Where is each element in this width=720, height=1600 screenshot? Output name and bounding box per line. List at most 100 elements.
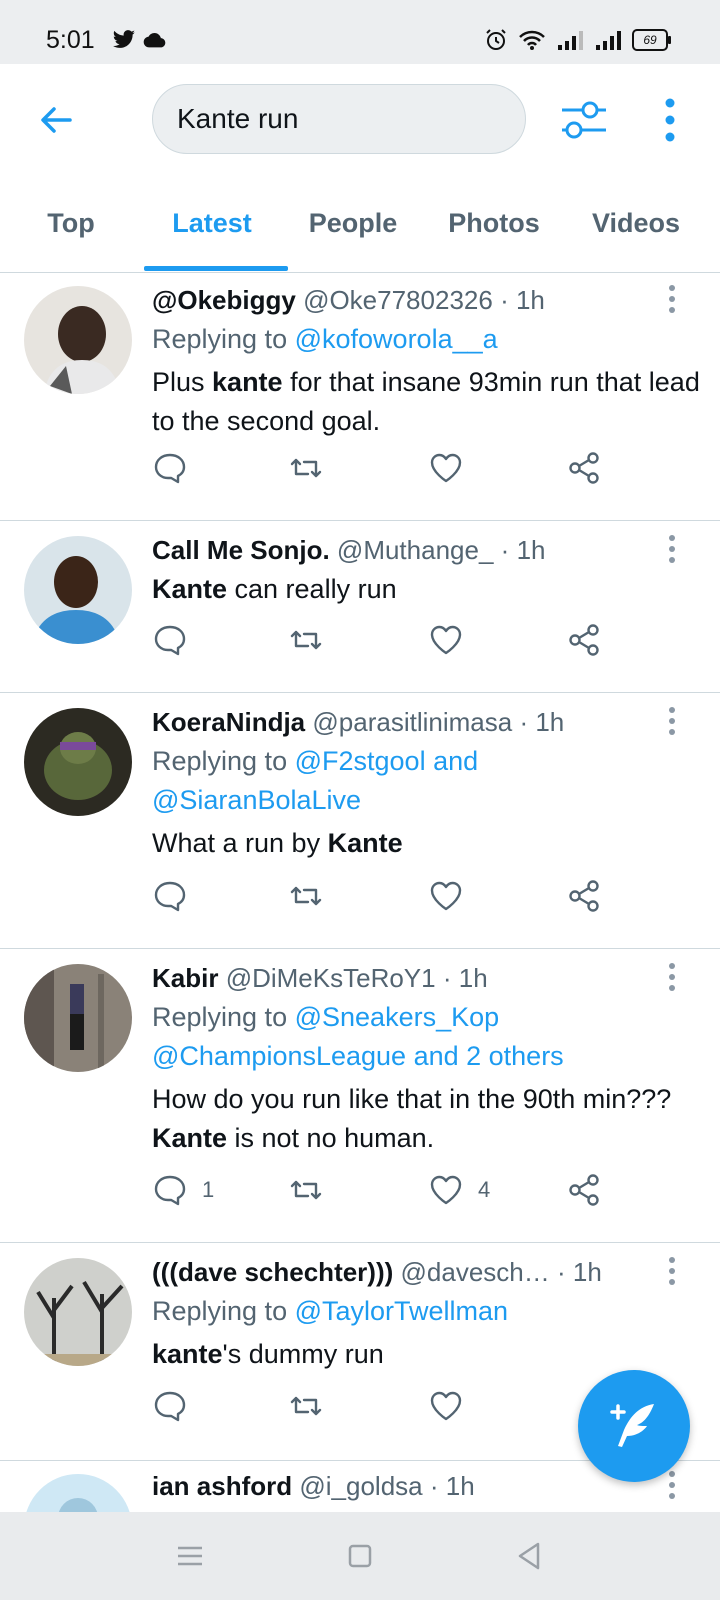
author-name[interactable]: @Okebiggy — [152, 285, 296, 315]
tab-photos[interactable]: Photos — [440, 208, 548, 239]
like-button[interactable] — [428, 1388, 464, 1424]
tweet-menu-button[interactable] — [666, 706, 678, 736]
reply-count: 1 — [202, 1177, 215, 1202]
tweet-feed[interactable]: @Okebiggy @Oke77802326 · 1h Replying to … — [0, 272, 720, 1512]
comment-icon — [154, 625, 186, 656]
separator-dot: · — [556, 1257, 566, 1287]
retweet-button[interactable] — [288, 1388, 324, 1424]
tweet-actions — [152, 878, 632, 922]
avatar[interactable] — [24, 1258, 132, 1366]
like-button[interactable]: 4 — [428, 1172, 490, 1208]
compose-tweet-button[interactable] — [578, 1370, 690, 1482]
author-handle: @davesch… — [400, 1257, 550, 1287]
reply-target-link[interactable]: @kofoworola__a — [295, 324, 498, 354]
sliders-icon — [562, 101, 606, 139]
share-icon — [569, 1174, 599, 1206]
reply-button[interactable]: 1 — [152, 1172, 214, 1208]
search-tabs: Top Latest People Photos Videos — [0, 180, 720, 273]
tweet-actions: 1 4 — [152, 1172, 632, 1216]
system-navigation-bar — [0, 1512, 720, 1600]
tweet-menu-button[interactable] — [666, 284, 678, 314]
author-name[interactable]: KoeraNindja — [152, 707, 305, 737]
square-icon — [348, 1544, 372, 1568]
tab-latest[interactable]: Latest — [160, 208, 264, 239]
author-handle: @Muthange_ — [336, 535, 494, 565]
status-time: 5:01 — [46, 26, 95, 54]
search-filter-button[interactable] — [560, 98, 608, 142]
tweet-actions — [152, 1388, 632, 1432]
separator-dot: · — [500, 285, 509, 315]
tweet-menu-button[interactable] — [666, 534, 678, 564]
tweet[interactable]: Kabir @DiMeKsTeRoY1 · 1h Replying to @Sn… — [0, 948, 720, 1243]
like-button[interactable] — [428, 450, 464, 486]
tweet-time: 1h — [458, 963, 488, 993]
avatar[interactable] — [24, 536, 132, 644]
share-button[interactable] — [566, 622, 602, 658]
replying-to: Replying to @Sneakers_Kop @ChampionsLeag… — [152, 1002, 564, 1071]
like-button[interactable] — [428, 622, 464, 658]
replying-to: Replying to @kofoworola__a — [152, 324, 498, 354]
tweet[interactable]: KoeraNindja @parasitlinimasa · 1h Replyi… — [0, 692, 720, 949]
triangle-back-icon — [518, 1542, 540, 1570]
avatar[interactable] — [24, 708, 132, 816]
home-nav-button[interactable] — [338, 1534, 382, 1578]
reply-button[interactable] — [152, 878, 188, 914]
avatar[interactable] — [24, 1474, 132, 1512]
author-name[interactable]: ian ashford — [152, 1471, 292, 1501]
search-input[interactable]: Kante run — [152, 84, 526, 154]
overflow-menu-button[interactable] — [660, 98, 680, 142]
tweet-text: How do you run like that in the 90th min… — [152, 1084, 672, 1153]
menu-nav-button[interactable] — [168, 1534, 212, 1578]
retweet-button[interactable] — [288, 450, 324, 486]
avatar[interactable] — [24, 964, 132, 1072]
reply-button[interactable] — [152, 622, 188, 658]
retweet-button[interactable] — [288, 878, 324, 914]
more-vertical-icon — [669, 535, 675, 563]
tab-people[interactable]: People — [300, 208, 406, 239]
reply-target-link[interactable]: @TaylorTwellman — [295, 1296, 508, 1326]
twitter-notification-icon — [112, 30, 135, 48]
heart-icon — [430, 625, 462, 655]
alarm-icon — [486, 29, 506, 50]
more-vertical-icon — [669, 285, 675, 313]
search-query: Kante run — [177, 103, 299, 134]
share-button[interactable] — [566, 1172, 602, 1208]
tweet-menu-button[interactable] — [666, 1470, 678, 1500]
heart-icon — [430, 1175, 462, 1205]
tweet[interactable]: @Okebiggy @Oke77802326 · 1h Replying to … — [0, 272, 720, 521]
share-icon — [569, 624, 599, 656]
share-button[interactable] — [566, 450, 602, 486]
share-button[interactable] — [566, 878, 602, 914]
status-bar: 5:01 69 — [0, 0, 720, 64]
tab-videos[interactable]: Videos — [584, 208, 688, 239]
more-vertical-icon — [669, 1257, 675, 1285]
cloud-icon — [143, 33, 166, 48]
more-vertical-icon — [665, 98, 675, 142]
author-name[interactable]: Kabir — [152, 963, 218, 993]
like-button[interactable] — [428, 878, 464, 914]
author-handle: @i_goldsa — [299, 1471, 423, 1501]
separator-dot: · — [429, 1471, 439, 1501]
active-tab-indicator — [144, 266, 288, 271]
search-header: Kante run — [0, 64, 720, 180]
share-icon — [569, 452, 599, 484]
retweet-button[interactable] — [288, 1172, 324, 1208]
tweet-menu-button[interactable] — [666, 962, 678, 992]
tweet-actions — [152, 622, 632, 666]
comment-icon — [154, 453, 186, 484]
tweet[interactable]: Call Me Sonjo. @Muthange_ · 1h Kante can… — [0, 520, 720, 693]
retweet-icon — [290, 886, 322, 906]
back-button[interactable] — [36, 100, 76, 140]
tweet-menu-button[interactable] — [666, 1256, 678, 1286]
author-name[interactable]: Call Me Sonjo. — [152, 535, 330, 565]
tab-top[interactable]: Top — [38, 208, 104, 239]
reply-button[interactable] — [152, 450, 188, 486]
back-nav-button[interactable] — [508, 1534, 552, 1578]
more-vertical-icon — [669, 1471, 675, 1499]
retweet-button[interactable] — [288, 622, 324, 658]
reply-button[interactable] — [152, 1388, 188, 1424]
avatar[interactable] — [24, 286, 132, 394]
author-name[interactable]: (((dave schechter))) — [152, 1257, 393, 1287]
tweet-time: 1h — [515, 285, 545, 315]
wifi-icon — [519, 30, 545, 50]
